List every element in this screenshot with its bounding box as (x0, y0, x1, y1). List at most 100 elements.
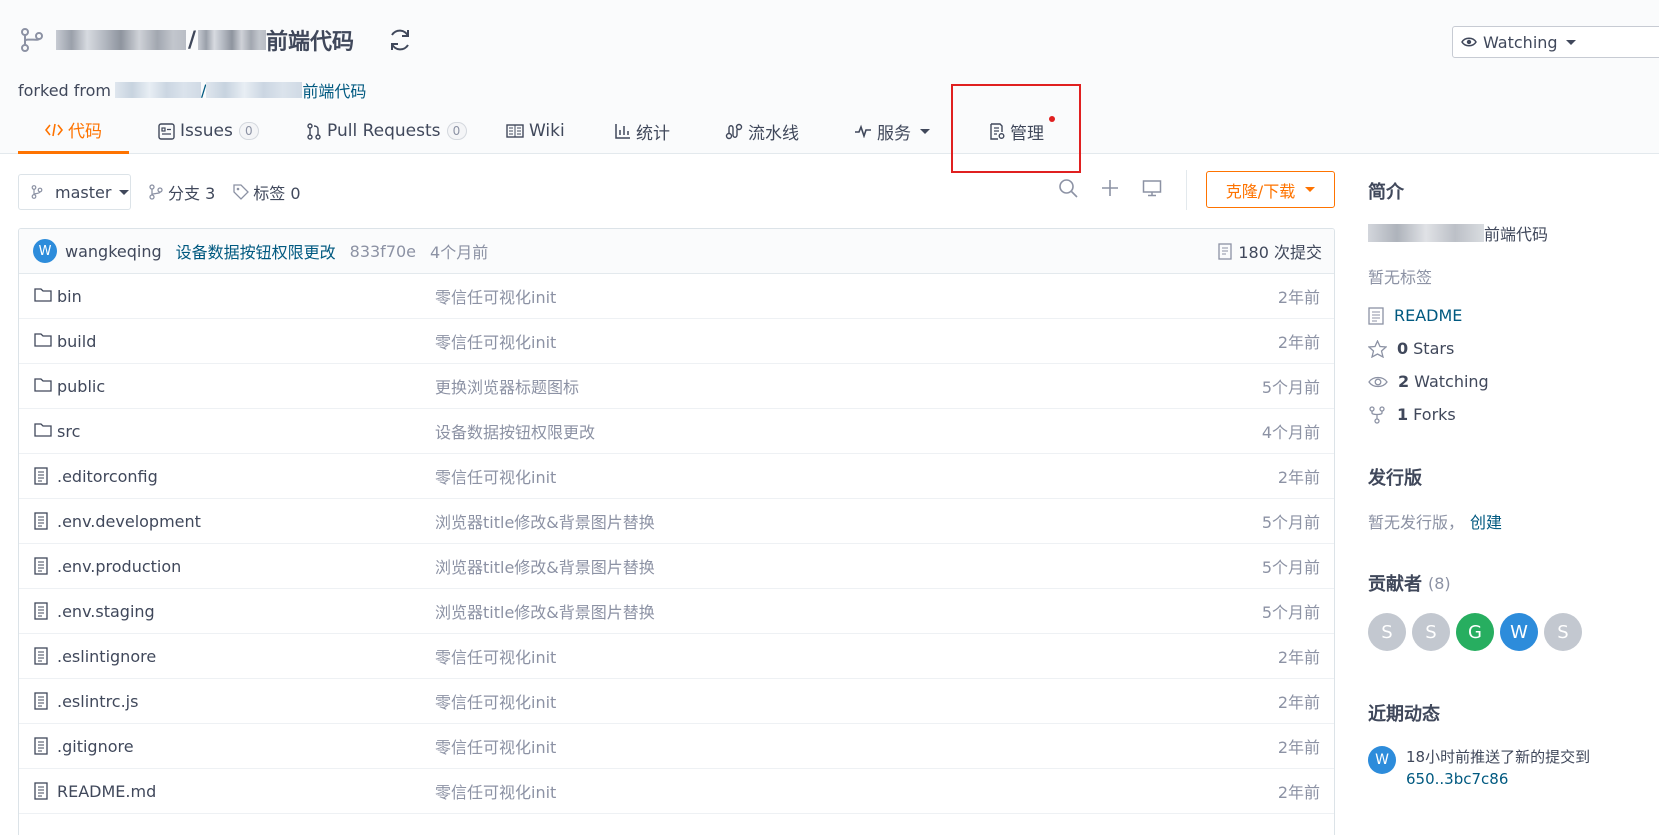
file-name[interactable]: build (57, 332, 96, 351)
watch-button[interactable]: Watching (1452, 26, 1659, 58)
commit-message[interactable]: 设备数据按钮权限更改 (176, 239, 336, 263)
commit-count-label: 180 次提交 (1238, 243, 1322, 262)
file-commit-message[interactable]: 零信任可视化init (435, 734, 556, 758)
tags-link[interactable]: 标签 0 (253, 180, 300, 204)
clone-download-button[interactable]: 克隆/下载 (1206, 171, 1335, 208)
table-row[interactable]: build 零信任可视化init 2年前 (19, 319, 1334, 364)
file-icon (34, 782, 48, 800)
file-name[interactable]: .eslintignore (57, 647, 156, 666)
tab-issues-label: Issues (180, 121, 233, 141)
table-row[interactable]: .editorconfig 零信任可视化init 2年前 (19, 454, 1334, 499)
tab-pipeline[interactable]: 流水线 (725, 108, 799, 154)
file-commit-message[interactable]: 浏览器title修改&背景图片替换 (435, 509, 655, 533)
file-commit-message[interactable]: 浏览器title修改&背景图片替换 (435, 554, 655, 578)
table-row[interactable]: public 更换浏览器标题图标 5个月前 (19, 364, 1334, 409)
activity-text: 18小时前推送了新的提交到 (1406, 748, 1591, 766)
table-row[interactable]: .eslintignore 零信任可视化init 2年前 (19, 634, 1334, 679)
activity-item: W 18小时前推送了新的提交到 650..3bc7c86 (1368, 746, 1590, 790)
web-ide-icon[interactable] (1142, 178, 1162, 198)
pull-request-icon (307, 122, 321, 140)
tab-pull-requests[interactable]: Pull Requests 0 (306, 108, 467, 154)
avatar[interactable]: S (1412, 613, 1450, 651)
table-row[interactable]: src 设备数据按钮权限更改 4个月前 (19, 409, 1334, 454)
tag-icon (233, 184, 250, 200)
forks-link[interactable]: 1 Forks (1368, 405, 1456, 424)
forked-source-link[interactable]: / 前端代码 (111, 78, 366, 102)
file-name[interactable]: .eslintrc.js (57, 692, 138, 711)
commit-hash[interactable]: 833f70e (350, 242, 416, 261)
watching-link[interactable]: 2 Watching (1368, 372, 1489, 391)
tab-wiki[interactable]: Wiki (506, 108, 565, 154)
repo-name-redacted[interactable] (198, 30, 267, 50)
file-commit-message[interactable]: 零信任可视化init (435, 464, 556, 488)
file-name[interactable]: .env.development (57, 512, 201, 531)
file-name[interactable]: bin (57, 287, 82, 306)
file-commit-message[interactable]: 零信任可视化init (435, 689, 556, 713)
file-commit-message[interactable]: 零信任可视化init (435, 284, 556, 308)
no-releases-text: 暂无发行版， (1368, 513, 1465, 532)
sync-icon[interactable] (386, 26, 414, 54)
file-commit-time: 5个月前 (1261, 378, 1320, 397)
file-commit-message[interactable]: 零信任可视化init (435, 329, 556, 353)
readme-label[interactable]: README (1394, 306, 1462, 325)
readme-link[interactable]: README (1368, 306, 1462, 325)
stars-link[interactable]: 0 Stars (1368, 339, 1454, 358)
commit-author[interactable]: wangkeqing (65, 242, 162, 261)
tab-issues[interactable]: Issues 0 (158, 108, 259, 154)
chevron-down-icon (1565, 39, 1576, 45)
file-name[interactable]: .editorconfig (57, 467, 158, 486)
file-commit-message[interactable]: 浏览器title修改&背景图片替换 (435, 599, 655, 623)
file-name[interactable]: public (57, 377, 105, 396)
search-icon[interactable] (1058, 178, 1078, 198)
file-commit-time: 5个月前 (1261, 513, 1320, 532)
clone-download-label: 克隆/下载 (1225, 181, 1296, 201)
avatar[interactable]: S (1368, 613, 1406, 651)
branch-icon (31, 185, 43, 199)
branch-select[interactable]: master (18, 174, 131, 210)
tab-stats[interactable]: 统计 (615, 108, 670, 154)
readme-icon (1368, 306, 1384, 325)
file-name[interactable]: src (57, 422, 80, 441)
table-row[interactable]: README.md 零信任可视化init 2年前 (19, 769, 1334, 814)
file-icon (34, 512, 48, 530)
table-row[interactable]: .gitignore 零信任可视化init 2年前 (19, 724, 1334, 769)
stars-count: 0 (1397, 339, 1409, 358)
avatar[interactable]: W (33, 239, 57, 263)
contributors-heading-label: 贡献者 (1368, 574, 1422, 595)
table-row[interactable]: .env.production 浏览器title修改&背景图片替换 5个月前 (19, 544, 1334, 589)
file-commit-message[interactable]: 零信任可视化init (435, 644, 556, 668)
activity-commit-link[interactable]: 650..3bc7c86 (1406, 770, 1508, 788)
avatar[interactable]: W (1500, 613, 1538, 651)
file-commit-time: 2年前 (1277, 468, 1320, 487)
file-commit-message[interactable]: 设备数据按钮权限更改 (435, 419, 595, 443)
avatar[interactable]: S (1544, 613, 1582, 651)
repo-name[interactable]: 前端代码 (266, 24, 354, 56)
commit-time: 4个月前 (430, 243, 489, 262)
file-icon (34, 737, 48, 755)
commit-count-link[interactable]: 180 次提交 (1218, 239, 1322, 263)
branches-link[interactable]: 分支 3 (168, 180, 215, 204)
file-commit-time: 2年前 (1277, 693, 1320, 712)
tab-code[interactable]: 代码 (18, 108, 129, 154)
table-row[interactable]: .env.development 浏览器title修改&背景图片替换 5个月前 (19, 499, 1334, 544)
file-name[interactable]: .env.staging (57, 602, 155, 621)
activity-heading: 近期动态 (1368, 704, 1440, 725)
file-name[interactable]: .env.production (57, 557, 181, 576)
avatar[interactable]: G (1456, 613, 1494, 651)
create-release-link[interactable]: 创建 (1470, 509, 1502, 533)
table-row[interactable]: .env.staging 浏览器title修改&背景图片替换 5个月前 (19, 589, 1334, 634)
file-commit-message[interactable]: 零信任可视化init (435, 779, 556, 803)
eye-icon (1368, 376, 1388, 387)
owner-name-redacted[interactable] (56, 30, 186, 50)
avatar[interactable]: W (1368, 746, 1396, 774)
file-name[interactable]: README.md (57, 782, 156, 801)
forked-repo-name: 前端代码 (302, 82, 367, 101)
add-file-icon[interactable] (1100, 178, 1120, 198)
table-row[interactable]: .eslintrc.js 零信任可视化init 2年前 (19, 679, 1334, 724)
table-row[interactable]: bin 零信任可视化init 2年前 (19, 274, 1334, 319)
forked-label: forked from (18, 80, 112, 100)
chevron-down-icon (1305, 187, 1316, 192)
file-commit-message[interactable]: 更换浏览器标题图标 (435, 374, 579, 398)
tab-service[interactable]: 服务 (854, 108, 930, 154)
file-name[interactable]: .gitignore (57, 737, 134, 756)
